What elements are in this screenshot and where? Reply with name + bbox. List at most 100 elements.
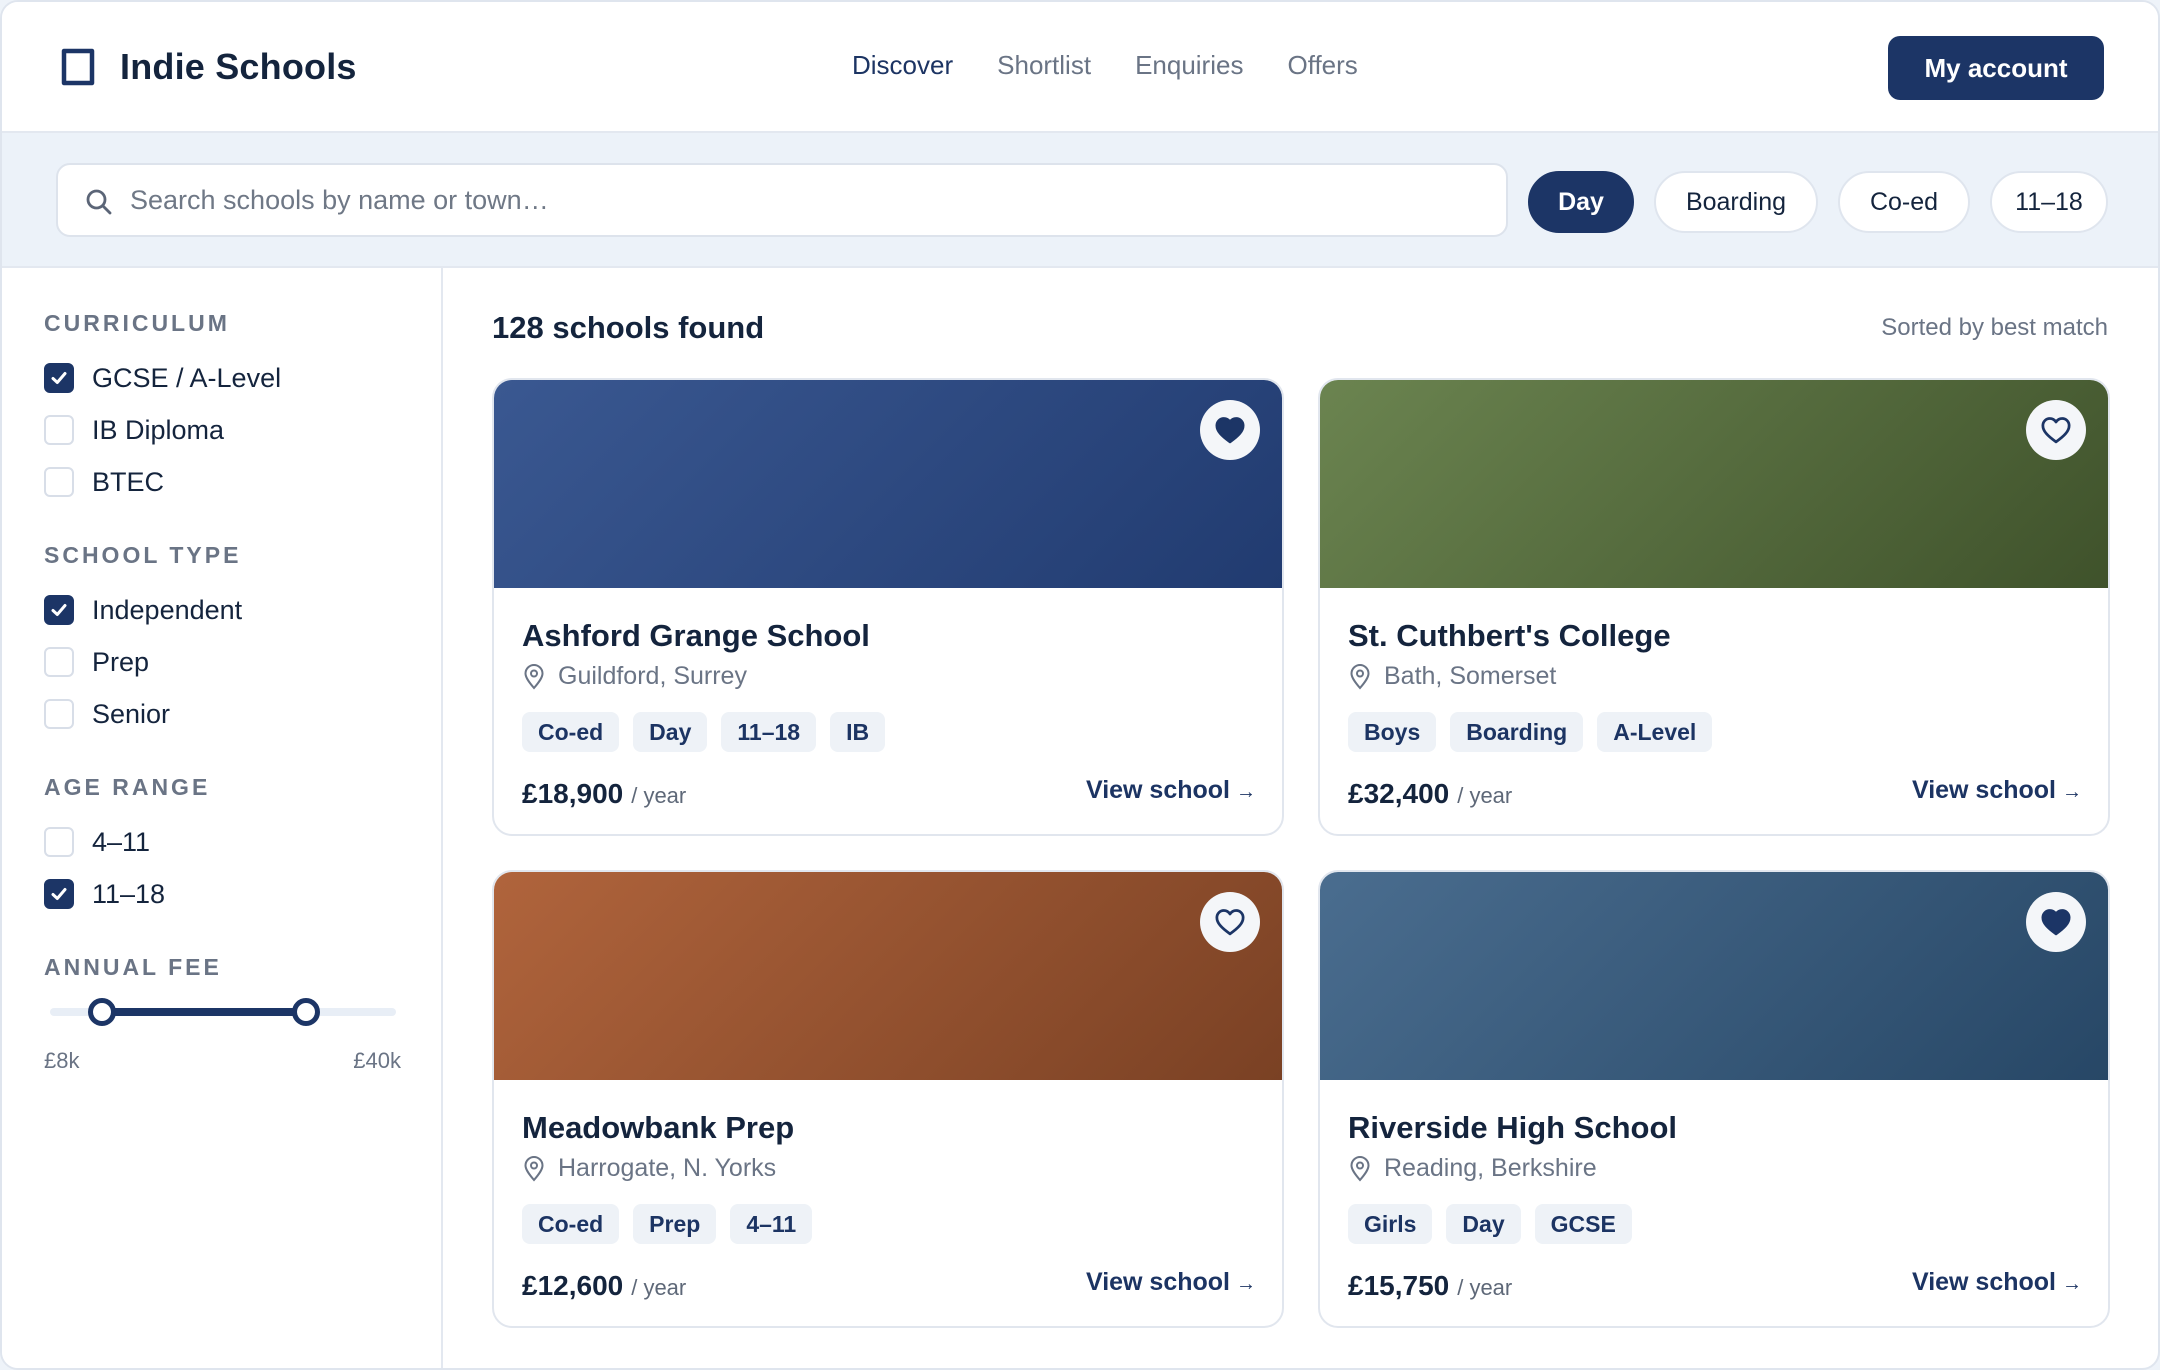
option-label: GCSE / A-Level: [92, 362, 282, 393]
option-ib-diploma[interactable]: IB Diploma: [44, 412, 224, 448]
option-independent[interactable]: Independent: [44, 592, 242, 628]
school-photo[interactable]: [494, 380, 1282, 588]
view-school-link[interactable]: View school →: [1912, 1268, 2082, 1297]
results-count: 128 schools found: [492, 310, 765, 345]
filter-sidebar: CURRICULUM GCSE / A-Level IB Diploma BTE…: [2, 268, 443, 1368]
search-input[interactable]: [130, 165, 1490, 235]
checkbox[interactable]: [44, 595, 74, 625]
checkbox[interactable]: [44, 467, 74, 497]
fee-amount: £15,750: [1348, 1270, 1450, 1301]
tag: A-Level: [1597, 712, 1713, 752]
school-photo[interactable]: [1320, 380, 2108, 588]
chip-boarding[interactable]: Boarding: [1654, 171, 1818, 233]
filter-title-school-type: SCHOOL TYPE: [44, 542, 242, 568]
favorite-button[interactable]: [2026, 400, 2086, 460]
view-school-link[interactable]: View school →: [1086, 776, 1256, 805]
sort-label[interactable]: Sorted by best match: [1881, 314, 2108, 342]
fee-max-label: £40k: [353, 1048, 401, 1073]
school-photo[interactable]: [494, 872, 1282, 1080]
favorite-button[interactable]: [1200, 892, 1260, 952]
fee-unit: / year: [631, 1275, 687, 1300]
school-location: Bath, Somerset: [1348, 662, 1556, 691]
nav-discover[interactable]: Discover: [852, 50, 953, 81]
check-icon: [51, 372, 67, 384]
fee-min-label: £8k: [44, 1048, 80, 1073]
option-age-11-18[interactable]: 11–18: [44, 876, 165, 912]
location-pin-icon: [524, 663, 544, 690]
arrow-right-icon: →: [2062, 1273, 2082, 1295]
tag: IB: [830, 712, 886, 752]
school-fee: £32,400 / year: [1348, 778, 1512, 810]
option-label: 11–18: [92, 878, 166, 909]
favorite-button[interactable]: [1200, 400, 1260, 460]
fee-range-slider[interactable]: [50, 998, 396, 1028]
option-label: 4–11: [92, 826, 151, 857]
school-name[interactable]: St. Cuthbert's College: [1348, 618, 1671, 654]
school-card[interactable]: Ashford Grange School Guildford, Surrey …: [492, 378, 1284, 836]
school-name[interactable]: Ashford Grange School: [522, 618, 870, 654]
nav-offers[interactable]: Offers: [1287, 50, 1357, 81]
app-window: Indie Schools Discover Shortlist Enquiri…: [0, 0, 2160, 1370]
favorite-button[interactable]: [2026, 892, 2086, 952]
heart-icon: [1215, 909, 1245, 936]
top-header: Indie Schools Discover Shortlist Enquiri…: [2, 2, 2158, 133]
location-label: Bath, Somerset: [1384, 662, 1557, 690]
brand[interactable]: Indie Schools: [58, 46, 357, 88]
main-nav: Discover Shortlist Enquiries Offers: [852, 50, 1358, 81]
option-btec[interactable]: BTEC: [44, 464, 164, 500]
location-label: Guildford, Surrey: [558, 662, 747, 690]
tag: Co-ed: [522, 712, 620, 752]
view-school-link[interactable]: View school →: [1912, 776, 2082, 805]
fee-amount: £12,600: [522, 1270, 624, 1301]
search-box[interactable]: [56, 163, 1508, 237]
school-card[interactable]: St. Cuthbert's College Bath, Somerset Bo…: [1318, 378, 2110, 836]
option-label: Prep: [92, 646, 150, 677]
checkbox[interactable]: [44, 827, 74, 857]
checkbox[interactable]: [44, 647, 74, 677]
book-icon: [61, 48, 95, 86]
view-school-label: View school: [1085, 776, 1230, 804]
tag: Boys: [1348, 712, 1437, 752]
filter-title-annual-fee: ANNUAL FEE: [44, 954, 222, 980]
slider-handle-max[interactable]: [292, 998, 321, 1026]
location-pin-icon: [524, 1155, 544, 1182]
school-location: Harrogate, N. Yorks: [522, 1154, 776, 1183]
school-photo[interactable]: [1320, 872, 2108, 1080]
school-fee: £12,600 / year: [522, 1270, 686, 1302]
location-pin-icon: [1350, 1155, 1370, 1182]
tag: Day: [1446, 1204, 1521, 1244]
filter-title-curriculum: CURRICULUM: [44, 310, 230, 336]
slider-fill: [101, 1008, 307, 1016]
school-name[interactable]: Riverside High School: [1348, 1110, 1677, 1146]
option-senior[interactable]: Senior: [44, 696, 170, 732]
heart-icon: [1215, 417, 1245, 444]
tag: Co-ed: [522, 1204, 620, 1244]
checkbox[interactable]: [44, 699, 74, 729]
checkbox[interactable]: [44, 415, 74, 445]
arrow-right-icon: →: [2062, 781, 2082, 803]
school-location: Guildford, Surrey: [522, 662, 747, 691]
heart-icon: [2041, 909, 2071, 936]
school-name[interactable]: Meadowbank Prep: [522, 1110, 794, 1146]
slider-handle-min[interactable]: [87, 998, 116, 1026]
tag: 11–18: [721, 712, 817, 752]
option-age-4-11[interactable]: 4–11: [44, 824, 150, 860]
chip-day[interactable]: Day: [1528, 171, 1634, 233]
view-school-link[interactable]: View school →: [1086, 1268, 1256, 1297]
checkbox[interactable]: [44, 363, 74, 393]
chip-age-11-18[interactable]: 11–18: [1990, 171, 2108, 233]
nav-enquiries[interactable]: Enquiries: [1135, 50, 1243, 81]
arrow-right-icon: →: [1236, 1273, 1256, 1295]
option-prep[interactable]: Prep: [44, 644, 149, 680]
checkbox[interactable]: [44, 879, 74, 909]
option-gcse-a-level[interactable]: GCSE / A-Level: [44, 360, 281, 396]
tag-list: Co-ed Prep 4–11: [522, 1204, 813, 1244]
chip-co-ed[interactable]: Co-ed: [1838, 171, 1970, 233]
school-card[interactable]: Riverside High School Reading, Berkshire…: [1318, 870, 2110, 1328]
tag: Day: [633, 712, 708, 752]
tag: Girls: [1348, 1204, 1433, 1244]
nav-shortlist[interactable]: Shortlist: [997, 50, 1091, 81]
my-account-button[interactable]: My account: [1888, 36, 2104, 100]
school-card[interactable]: Meadowbank Prep Harrogate, N. Yorks Co-e…: [492, 870, 1284, 1328]
fee-unit: / year: [631, 783, 687, 808]
